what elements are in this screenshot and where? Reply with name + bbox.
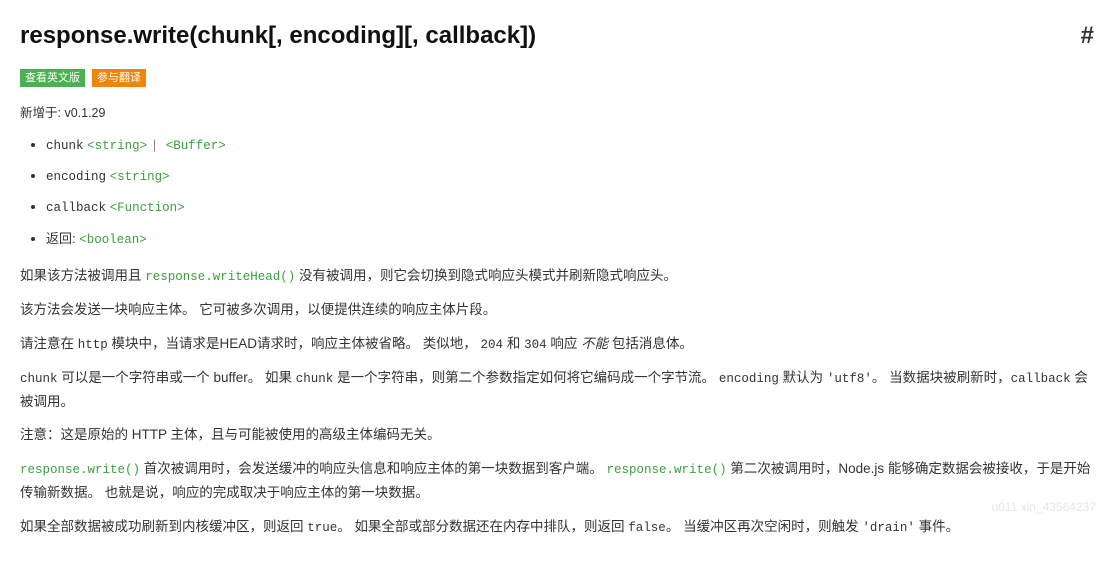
text: 如果该方法被调用且 xyxy=(20,268,145,283)
section-heading: response.write(chunk[, encoding][, callb… xyxy=(20,16,1094,57)
text: 首次被调用时，会发送缓冲的响应头信息和响应主体的第一块数据到客户端。 xyxy=(140,461,607,476)
code-true: true xyxy=(307,521,337,535)
code-response-write: response.write() xyxy=(20,463,140,477)
code-http: http xyxy=(78,338,108,352)
heading-anchor-link[interactable]: # xyxy=(1081,16,1094,57)
paragraph-1: 如果该方法被调用且 response.writeHead() 没有被调用，则它会… xyxy=(20,265,1094,288)
text: 。 当缓冲区再次空闲时，则触发 xyxy=(666,519,863,534)
param-name: callback xyxy=(46,201,106,215)
param-encoding: encoding <string> xyxy=(46,165,1094,188)
text: 没有被调用，则它会切换到隐式响应头模式并刷新隐式响应头。 xyxy=(295,268,677,283)
type-separator: | xyxy=(151,139,166,153)
text: 响应 xyxy=(547,336,582,351)
added-in-version: 新增于: v0.1.29 xyxy=(20,103,1094,124)
code-response-write: response.write() xyxy=(607,463,727,477)
code-response-writehead: response.writeHead() xyxy=(145,270,295,284)
code-204: 204 xyxy=(481,338,504,352)
code-chunk: chunk xyxy=(296,372,334,386)
paragraph-6: response.write() 首次被调用时，会发送缓冲的响应头信息和响应主体… xyxy=(20,458,1094,504)
code-false: false xyxy=(628,521,666,535)
text: 如果全部数据被成功刷新到内核缓冲区，则返回 xyxy=(20,519,307,534)
type-link-function[interactable]: <Function> xyxy=(110,201,185,215)
code-drain: 'drain' xyxy=(862,521,915,535)
text: 请注意在 xyxy=(20,336,78,351)
param-return: 返回: <boolean> xyxy=(46,228,1094,251)
view-english-badge[interactable]: 查看英文版 xyxy=(20,69,85,87)
paragraph-5: 注意：这是原始的 HTTP 主体，且与可能被使用的高级主体编码无关。 xyxy=(20,424,1094,447)
text: 包括消息体。 xyxy=(608,336,693,351)
code-utf8: 'utf8' xyxy=(827,372,872,386)
return-label: 返回: xyxy=(46,231,79,246)
paragraph-4: chunk 可以是一个字符串或一个 buffer。 如果 chunk 是一个字符… xyxy=(20,367,1094,413)
param-name: chunk xyxy=(46,139,84,153)
code-callback: callback xyxy=(1011,372,1071,386)
code-chunk: chunk xyxy=(20,372,58,386)
paragraph-7: 如果全部数据被成功刷新到内核缓冲区，则返回 true。 如果全部或部分数据还在内… xyxy=(20,516,1094,539)
param-chunk: chunk <string> | <Buffer> xyxy=(46,134,1094,157)
text: 可以是一个字符串或一个 buffer。 如果 xyxy=(58,370,296,385)
heading-text: response.write(chunk[, encoding][, callb… xyxy=(20,16,536,57)
paragraph-2: 该方法会发送一块响应主体。 它可被多次调用，以便提供连续的响应主体片段。 xyxy=(20,299,1094,322)
type-link-boolean[interactable]: <boolean> xyxy=(79,233,147,247)
text: 。 当数据块被刷新时， xyxy=(872,370,1011,385)
param-name: encoding xyxy=(46,170,106,184)
emphasis-cannot: 不能 xyxy=(581,336,608,351)
text: 是一个字符串，则第二个参数指定如何将它编码成一个字节流。 xyxy=(333,370,719,385)
text: 默认为 xyxy=(779,370,827,385)
badge-row: 查看英文版 参与翻译 xyxy=(20,65,1094,89)
text: 。 如果全部或部分数据还在内存中排队，则返回 xyxy=(337,519,628,534)
type-link-string[interactable]: <string> xyxy=(87,139,147,153)
code-304: 304 xyxy=(524,338,547,352)
text: 和 xyxy=(503,336,524,351)
type-link-string[interactable]: <string> xyxy=(110,170,170,184)
code-encoding: encoding xyxy=(719,372,779,386)
contribute-translation-badge[interactable]: 参与翻译 xyxy=(92,69,146,87)
paragraph-3: 请注意在 http 模块中，当请求是HEAD请求时，响应主体被省略。 类似地， … xyxy=(20,333,1094,356)
text: 模块中，当请求是HEAD请求时，响应主体被省略。 类似地， xyxy=(108,336,481,351)
parameter-list: chunk <string> | <Buffer> encoding <stri… xyxy=(20,134,1094,251)
type-link-buffer[interactable]: <Buffer> xyxy=(166,139,226,153)
text: 事件。 xyxy=(915,519,959,534)
param-callback: callback <Function> xyxy=(46,196,1094,219)
